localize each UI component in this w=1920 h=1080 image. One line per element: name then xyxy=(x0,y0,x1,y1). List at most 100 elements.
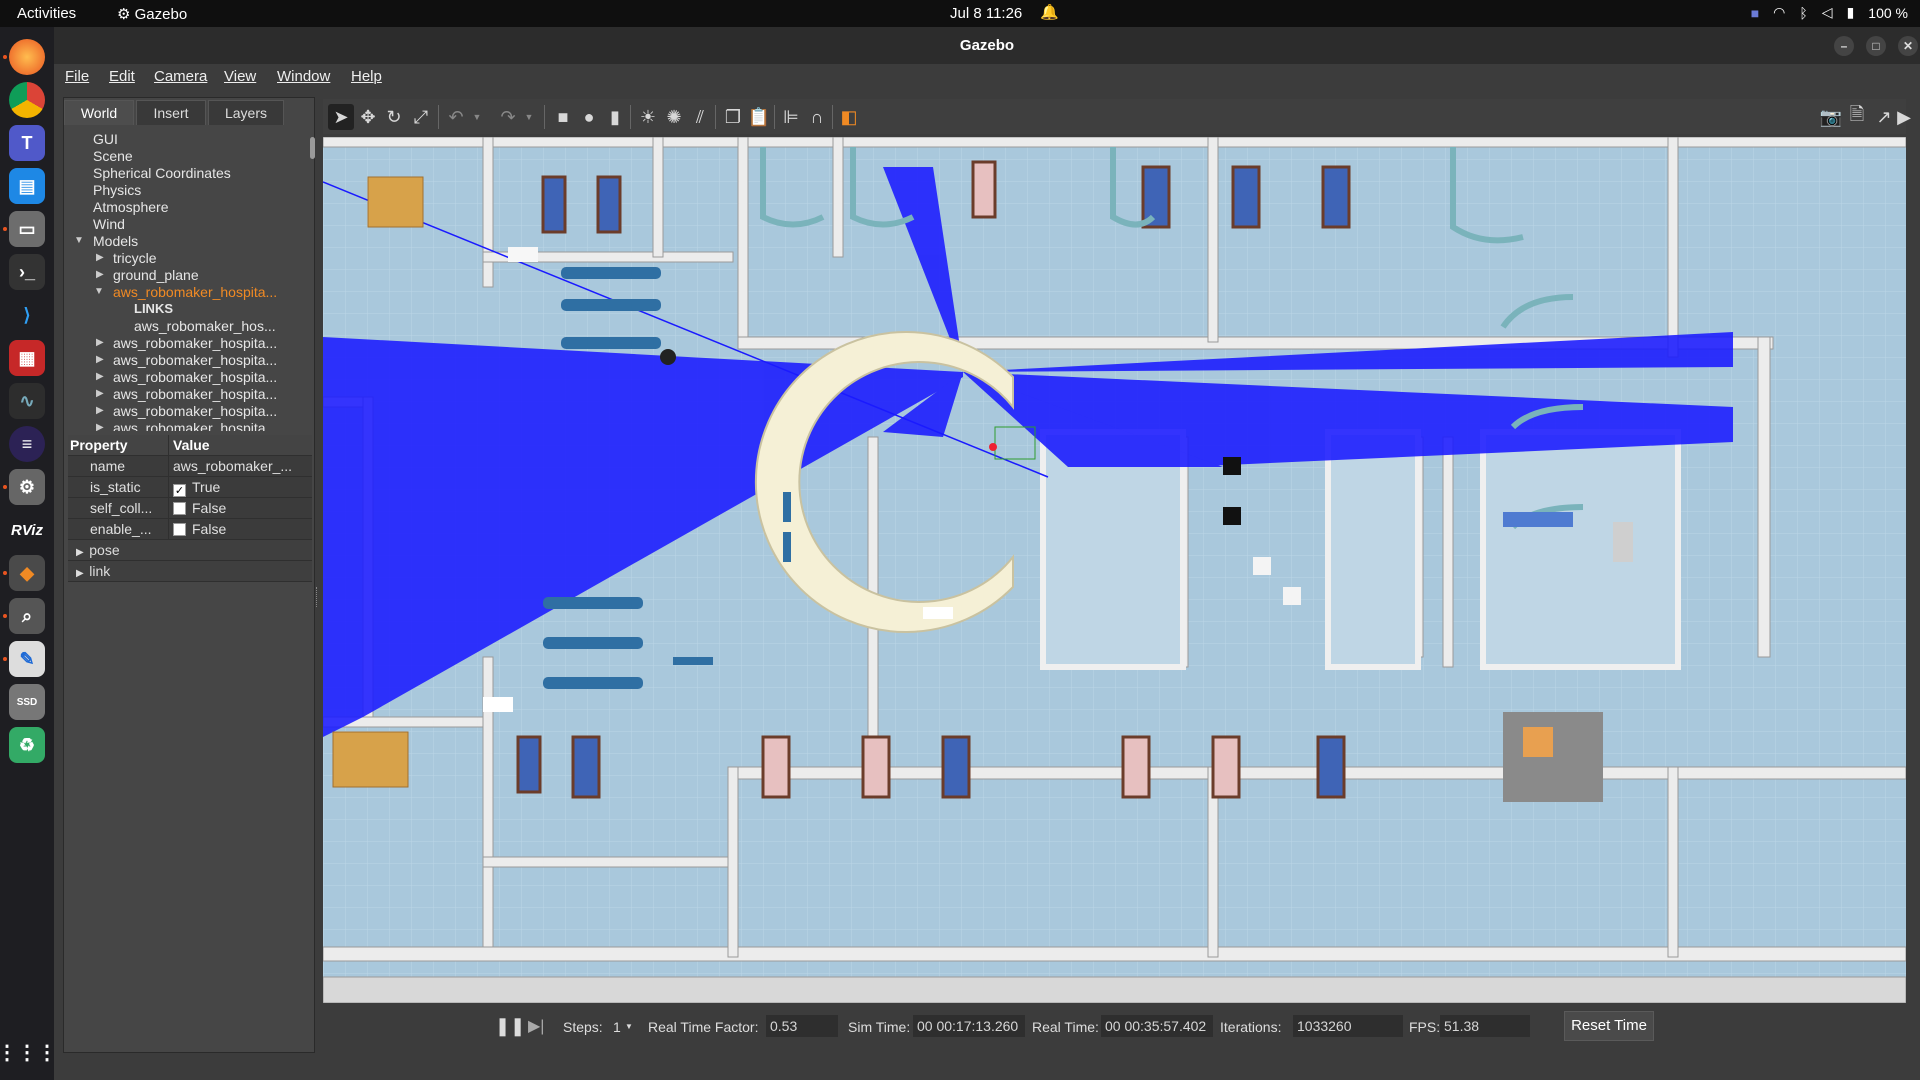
log-icon[interactable]: 🗎 xyxy=(1844,104,1870,130)
wifi-icon[interactable]: ◠ xyxy=(1773,4,1785,21)
property-group-pose[interactable]: ▶ pose xyxy=(68,540,312,561)
tree-item-model[interactable]: aws_robomaker_hospita... xyxy=(113,369,277,386)
minimize-icon[interactable]: – xyxy=(1834,36,1854,56)
menu-edit[interactable]: Edit xyxy=(109,68,135,85)
tree-item-atmosphere[interactable]: Atmosphere xyxy=(93,199,168,216)
property-row-enable-wind[interactable]: enable_... False xyxy=(68,519,312,540)
property-row-is-static[interactable]: is_static ✓ True xyxy=(68,477,312,498)
change-view-icon[interactable]: ◧ xyxy=(836,104,862,130)
expand-right-icon[interactable]: ▶ xyxy=(96,371,104,382)
menu-view[interactable]: View xyxy=(224,68,256,85)
translate-mode-icon[interactable]: ✥ xyxy=(355,104,381,130)
tree-item-model[interactable]: aws_robomaker_hospita... xyxy=(113,403,277,420)
expand-right-icon[interactable]: ▶ xyxy=(96,252,104,263)
writer-icon[interactable]: ▤ xyxy=(9,168,45,204)
maximize-icon[interactable]: □ xyxy=(1866,36,1886,56)
trash-icon[interactable]: ♻ xyxy=(9,727,45,763)
expand-right-icon[interactable]: ▶ xyxy=(96,405,104,416)
notification-bell-icon[interactable]: 🔔 xyxy=(1040,3,1059,21)
menu-window[interactable]: Window xyxy=(277,68,330,85)
pause-icon[interactable]: ❚❚ xyxy=(495,1016,525,1037)
tree-item-spherical-coordinates[interactable]: Spherical Coordinates xyxy=(93,165,231,182)
directional-light-icon[interactable]: ⫽ xyxy=(687,104,713,130)
tab-insert[interactable]: Insert xyxy=(136,100,206,125)
property-row-name[interactable]: name aws_robomaker_... xyxy=(68,456,312,477)
world-tree[interactable]: GUI Scene Spherical Coordinates Physics … xyxy=(64,128,309,431)
ssd-icon[interactable]: SSD xyxy=(9,684,45,720)
tree-item-wind[interactable]: Wind xyxy=(93,216,125,233)
steps-dropdown-icon[interactable]: ▼ xyxy=(625,1022,633,1031)
tree-item-model[interactable]: aws_robomaker_hospita... xyxy=(113,352,277,369)
is-static-checkbox[interactable]: ✓ xyxy=(173,484,186,497)
rviz-icon[interactable]: RViz xyxy=(9,512,45,548)
expand-right-icon[interactable]: ▶ xyxy=(96,422,104,431)
files-icon[interactable]: ▭ xyxy=(9,211,45,247)
tree-item-gui[interactable]: GUI xyxy=(93,131,118,148)
system-monitor-icon[interactable]: ∿ xyxy=(9,383,45,419)
firefox-icon[interactable] xyxy=(9,39,45,75)
volume-icon[interactable]: ◁ xyxy=(1822,4,1833,21)
menu-file[interactable]: File xyxy=(65,68,89,85)
tree-item-link[interactable]: aws_robomaker_hos... xyxy=(134,318,276,335)
video-record-icon[interactable]: ▶ xyxy=(1897,104,1911,130)
terminal-icon[interactable]: ›_ xyxy=(9,254,45,290)
teams-tray-icon[interactable]: ■ xyxy=(1751,5,1759,21)
property-value[interactable]: aws_robomaker_... xyxy=(170,458,312,474)
settings-icon[interactable]: ⚙ xyxy=(9,469,45,505)
point-light-icon[interactable]: ☀ xyxy=(635,104,661,130)
tree-item-tricycle[interactable]: tricycle xyxy=(113,250,157,267)
tree-item-model[interactable]: aws_robomaker_hospita... xyxy=(113,386,277,403)
close-icon[interactable]: ✕ xyxy=(1898,36,1918,56)
cylinder-shape-icon[interactable]: ▮ xyxy=(602,104,628,130)
text-editor-icon[interactable]: ✎ xyxy=(9,641,45,677)
reset-time-button[interactable]: Reset Time xyxy=(1564,1011,1654,1041)
scale-mode-icon[interactable]: ⤢ xyxy=(408,104,434,130)
app-menu[interactable]: ⚙ Gazebo xyxy=(117,5,187,23)
scene-viewport[interactable] xyxy=(323,137,1906,1003)
expand-right-icon[interactable]: ▶ xyxy=(96,337,104,348)
system-tray[interactable]: ■ ◠ ᛒ ◁ ▮ 100 % xyxy=(1751,4,1908,21)
eclipse-icon[interactable]: ≡ xyxy=(9,426,45,462)
bluetooth-icon[interactable]: ᛒ xyxy=(1799,5,1807,21)
expand-down-icon[interactable]: ▼ xyxy=(74,235,84,246)
tab-layers[interactable]: Layers xyxy=(208,100,284,125)
battery-icon[interactable]: ▮ xyxy=(1847,4,1855,21)
tree-item-selected-model[interactable]: aws_robomaker_hospita... xyxy=(113,284,277,301)
tree-scrollbar[interactable] xyxy=(310,137,315,159)
paste-icon[interactable]: 📋 xyxy=(746,104,772,130)
step-icon[interactable]: ▶| xyxy=(528,1016,544,1036)
vscode-icon[interactable]: ⟩ xyxy=(9,297,45,333)
title-bar[interactable]: Gazebo – □ ✕ xyxy=(54,27,1920,64)
menu-camera[interactable]: Camera xyxy=(154,68,207,85)
chrome-icon[interactable] xyxy=(9,82,45,118)
select-mode-icon[interactable]: ➤ xyxy=(328,104,354,130)
expand-down-icon[interactable]: ▼ xyxy=(94,286,104,297)
property-row-self-collide[interactable]: self_coll... False xyxy=(68,498,312,519)
align-icon[interactable]: ⊫ xyxy=(778,104,804,130)
self-collide-checkbox[interactable] xyxy=(173,502,186,515)
activities-button[interactable]: Activities xyxy=(17,5,76,22)
plot-icon[interactable]: ↗ xyxy=(1871,104,1897,130)
expand-right-icon[interactable]: ▶ xyxy=(96,354,104,365)
copy-icon[interactable]: ❐ xyxy=(720,104,746,130)
tab-world[interactable]: World xyxy=(64,100,134,125)
enable-wind-checkbox[interactable] xyxy=(173,523,186,536)
rotate-mode-icon[interactable]: ↻ xyxy=(381,104,407,130)
sphere-shape-icon[interactable]: ● xyxy=(576,104,602,130)
search-icon[interactable]: ⌕ xyxy=(9,598,45,634)
gazebo-icon[interactable]: ◆ xyxy=(9,555,45,591)
redo-dropdown-icon[interactable]: ▼ xyxy=(516,104,542,130)
snap-icon[interactable]: ∩ xyxy=(804,104,830,130)
show-apps-icon[interactable]: ⋮⋮⋮ xyxy=(0,1034,57,1070)
tree-item-scene[interactable]: Scene xyxy=(93,148,133,165)
tree-item-model[interactable]: aws_robomaker_hospita... xyxy=(113,335,277,352)
tree-item-models[interactable]: Models xyxy=(93,233,138,250)
menu-help[interactable]: Help xyxy=(351,68,382,85)
tree-item-ground-plane[interactable]: ground_plane xyxy=(113,267,199,284)
presentation-icon[interactable]: ▦ xyxy=(9,340,45,376)
teams-icon[interactable]: T xyxy=(9,125,45,161)
tree-item-model[interactable]: aws_robomaker_hospita... xyxy=(113,420,277,431)
tree-item-physics[interactable]: Physics xyxy=(93,182,141,199)
box-shape-icon[interactable]: ■ xyxy=(550,104,576,130)
clock[interactable]: Jul 8 11:26 xyxy=(950,5,1022,22)
